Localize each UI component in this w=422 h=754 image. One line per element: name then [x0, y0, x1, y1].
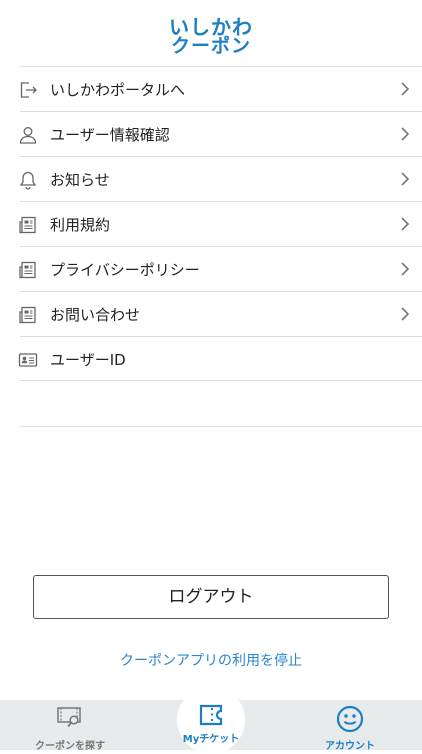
chevron-right-icon [400, 261, 410, 277]
document-icon [18, 215, 38, 235]
tab-account[interactable]: アカウント [300, 700, 400, 752]
chevron-right-icon [400, 81, 410, 97]
user-icon [18, 125, 38, 145]
logout-button[interactable]: ログアウト [33, 575, 389, 619]
menu-divider [20, 381, 422, 427]
menu-item-label: ユーザーID [50, 351, 126, 369]
menu-item-terms[interactable]: 利用規約 [18, 201, 422, 246]
ticket-icon [199, 704, 223, 726]
menu-item-user-id: ユーザーID [18, 336, 422, 381]
chevron-right-icon [400, 126, 410, 142]
tab-label: Myチケット [182, 734, 240, 745]
account-menu: いしかわポータルへ ユーザー情報確認 お知らせ 利用規約 プライバシーポリシー … [18, 66, 422, 427]
coupon-search-icon [57, 706, 83, 728]
bell-icon [18, 170, 38, 190]
menu-item-label: 利用規約 [50, 216, 111, 234]
menu-item-portal[interactable]: いしかわポータルへ [20, 66, 422, 111]
menu-item-label: お問い合わせ [50, 306, 141, 324]
document-icon [18, 260, 38, 280]
menu-item-label: いしかわポータルへ [50, 81, 186, 99]
menu-item-contact[interactable]: お問い合わせ [18, 291, 422, 336]
menu-item-news[interactable]: お知らせ [18, 156, 422, 201]
app-header: いしかわ クーポン [0, 0, 422, 66]
bottom-tab-bar: クーポンを探す Myチケット アカウント [0, 686, 422, 754]
menu-item-label: プライバシーポリシー [50, 261, 200, 279]
menu-item-label: ユーザー情報確認 [50, 126, 170, 144]
menu-item-user-info[interactable]: ユーザー情報確認 [18, 111, 422, 156]
logo-line1: いしかわ [169, 15, 253, 39]
id-card-icon [18, 350, 38, 370]
exit-icon [18, 80, 38, 100]
chevron-right-icon [400, 216, 410, 232]
smiley-icon [336, 705, 364, 733]
menu-item-privacy-policy[interactable]: プライバシーポリシー [18, 246, 422, 291]
stop-app-usage-link[interactable]: クーポンアプリの利用を停止 [0, 650, 422, 670]
document-icon [18, 305, 38, 325]
chevron-right-icon [400, 306, 410, 322]
tab-coupon-search[interactable]: クーポンを探す [20, 700, 120, 752]
tab-my-ticket[interactable]: Myチケット [177, 686, 245, 754]
logo-line2: クーポン [170, 35, 251, 57]
chevron-right-icon [400, 171, 410, 187]
menu-item-label: お知らせ [50, 171, 110, 189]
